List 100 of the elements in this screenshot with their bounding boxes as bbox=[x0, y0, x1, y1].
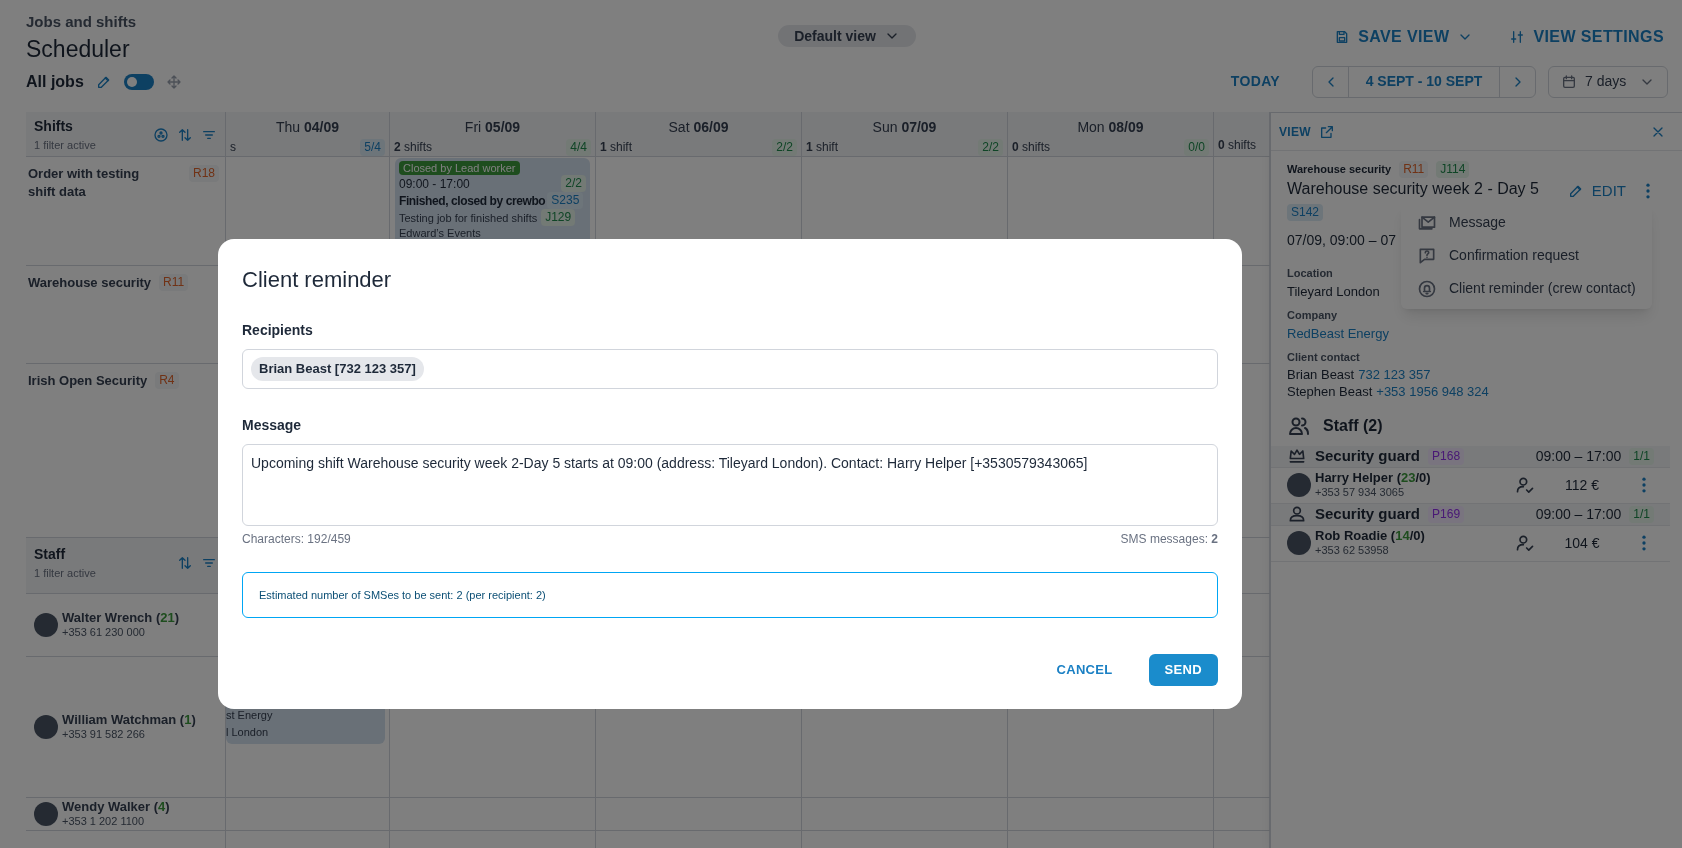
recipients-field[interactable]: Brian Beast [732 123 357] bbox=[242, 349, 1218, 389]
ratio-badge: 2/2 bbox=[561, 175, 586, 192]
filter-status: 1 filter active bbox=[34, 138, 96, 153]
recipient-chip[interactable]: Brian Beast [732 123 357] bbox=[251, 357, 424, 381]
sort-icon[interactable] bbox=[177, 554, 193, 571]
filter-status: 1 filter active bbox=[34, 566, 96, 581]
sms-count: SMS messages: 2 bbox=[1120, 531, 1218, 548]
pencil-icon bbox=[1567, 183, 1584, 200]
shift-count: 1 shift bbox=[806, 139, 839, 156]
shift-count: s bbox=[230, 139, 236, 156]
date-range-control[interactable]: 4 SEPT - 10 SEPT bbox=[1312, 65, 1536, 98]
shift-code-badge: S235 bbox=[547, 192, 584, 209]
position-code-badge: P168 bbox=[1428, 447, 1465, 465]
phone-link[interactable]: 732 123 357 bbox=[1358, 365, 1431, 383]
shift-code-badge: S142 bbox=[1287, 204, 1324, 221]
company-link[interactable]: RedBeast Energy bbox=[1287, 323, 1389, 343]
client-name: Edward’s Events bbox=[399, 226, 482, 240]
staff-name: Harry Helper (23/0) bbox=[1315, 471, 1432, 485]
position-time: 09:00 – 17:00 bbox=[1535, 446, 1622, 466]
toggle-switch[interactable] bbox=[123, 73, 154, 90]
cancel-button[interactable]: CANCEL bbox=[1056, 660, 1113, 680]
avatar bbox=[34, 802, 58, 826]
shift-count: 1 shift bbox=[600, 139, 633, 156]
avatar bbox=[1287, 473, 1311, 497]
avatar bbox=[34, 613, 58, 637]
staff-name: Wendy Walker (4) bbox=[62, 800, 170, 814]
shift-count: 2 shifts bbox=[394, 139, 433, 156]
phone-number: +353 61 230 000 bbox=[62, 625, 146, 639]
position-title: Security guard bbox=[1315, 503, 1421, 524]
job-name: Warehouse security bbox=[1287, 162, 1392, 178]
contact-name: Stephen Beast bbox=[1287, 382, 1373, 400]
sort-icon[interactable] bbox=[177, 126, 193, 143]
ratio-badge: 1/1 bbox=[1629, 447, 1654, 465]
staff-name: William Watchman (1) bbox=[62, 713, 196, 727]
job-code-badge: J114 bbox=[1436, 161, 1470, 178]
column-title: Shifts bbox=[34, 117, 74, 136]
day-heading: Fri 05/09 bbox=[463, 118, 522, 137]
shift-datetime: 07/09, 09:00 – 07 bbox=[1287, 231, 1397, 250]
field-label: Client contact bbox=[1287, 350, 1360, 365]
person-check-icon[interactable] bbox=[1515, 475, 1535, 495]
calendar-icon bbox=[1561, 73, 1577, 90]
breadcrumb[interactable]: Jobs and shifts bbox=[26, 11, 779, 34]
dialog-title: Client reminder bbox=[242, 266, 393, 294]
section-title: Staff (2) bbox=[1323, 415, 1383, 436]
shift-row-title[interactable]: Irish Open Security bbox=[28, 372, 148, 390]
ratio-badge: 5/4 bbox=[360, 138, 385, 156]
today-button[interactable]: TODAY bbox=[1230, 71, 1280, 92]
column-title: Staff bbox=[34, 545, 67, 564]
phone-number: +353 57 934 3065 bbox=[1315, 485, 1405, 499]
pay-amount: 104 € bbox=[1563, 533, 1601, 553]
page-title: Scheduler bbox=[26, 34, 131, 64]
view-settings-button[interactable]: VIEW SETTINGS bbox=[1509, 25, 1664, 49]
group-icon[interactable] bbox=[153, 126, 169, 143]
day-heading: Sat 06/09 bbox=[667, 118, 730, 137]
message-field[interactable]: Upcoming shift Warehouse security week 2-Day 5 starts at 09:00 (address: Tileyard London). Contact: Harry Helper [+3530579343065] bbox=[242, 444, 1218, 526]
ratio-badge: 4/4 bbox=[566, 138, 591, 156]
field-label: Message bbox=[242, 416, 303, 435]
move-icon[interactable] bbox=[165, 73, 182, 90]
shift-row-title[interactable]: Order with testing shift data bbox=[28, 165, 168, 201]
save-view-button[interactable]: SAVE VIEW bbox=[1334, 25, 1474, 49]
phone-link[interactable]: +353 1956 948 324 bbox=[1376, 382, 1489, 400]
person-check-icon[interactable] bbox=[1515, 533, 1535, 553]
shift-row-title[interactable]: Warehouse security bbox=[28, 274, 152, 292]
shift-time: 09:00 - 17:00 bbox=[399, 176, 470, 191]
contact-name: Brian Beast bbox=[1287, 365, 1355, 383]
staff-name: Rob Roadie (14/0) bbox=[1315, 529, 1426, 543]
menu-item[interactable]: Confirmation request bbox=[1401, 239, 1652, 272]
phone-number: +353 91 582 266 bbox=[62, 727, 146, 741]
external-link-icon bbox=[1318, 123, 1335, 140]
avatar bbox=[1287, 531, 1311, 555]
ratio-badge: 0/0 bbox=[1184, 138, 1209, 156]
field-label: Recipients bbox=[242, 321, 314, 340]
ratio-badge: 2/2 bbox=[772, 138, 797, 156]
view-dropdown[interactable]: Default view bbox=[778, 25, 916, 47]
status-tag: Closed by Lead worker bbox=[399, 161, 520, 175]
day-heading: Thu 04/09 bbox=[274, 118, 341, 137]
person-icon bbox=[1287, 504, 1307, 524]
view-link[interactable]: VIEW bbox=[1279, 122, 1335, 141]
ratio-badge: 2/2 bbox=[978, 138, 1003, 156]
role-badge: R18 bbox=[189, 165, 219, 182]
field-label: Company bbox=[1287, 308, 1338, 323]
staff-name: Walter Wrench (21) bbox=[62, 611, 180, 625]
card-text: st Energy bbox=[226, 708, 274, 723]
avatar bbox=[34, 715, 58, 739]
character-count: Characters: 192/459 bbox=[242, 531, 351, 548]
pay-amount: 112 € bbox=[1564, 475, 1600, 495]
edit-button[interactable]: EDIT bbox=[1567, 180, 1626, 203]
info-box: Estimated number of SMSes to be sent: 2 (per recipient: 2) bbox=[242, 572, 1218, 618]
shift-count: 0 shifts bbox=[1218, 137, 1257, 154]
menu-item[interactable]: Client reminder (crew contact) bbox=[1401, 272, 1652, 305]
position-header[interactable]: Security guard P168 09:00 – 17:00 1/1 bbox=[1271, 445, 1670, 468]
bell-icon bbox=[1417, 278, 1437, 299]
send-button[interactable]: SEND bbox=[1148, 654, 1218, 686]
phone-number: +353 62 53958 bbox=[1315, 543, 1390, 557]
location-value: Tileyard London bbox=[1287, 282, 1380, 301]
date-range: 4 SEPT - 10 SEPT bbox=[1364, 72, 1484, 91]
position-header[interactable]: Security guard P169 09:00 – 17:00 1/1 bbox=[1271, 503, 1670, 526]
card-text: l London bbox=[226, 724, 270, 740]
period-dropdown[interactable]: 7 days bbox=[1548, 65, 1668, 98]
jobs-label: All jobs bbox=[26, 71, 84, 92]
